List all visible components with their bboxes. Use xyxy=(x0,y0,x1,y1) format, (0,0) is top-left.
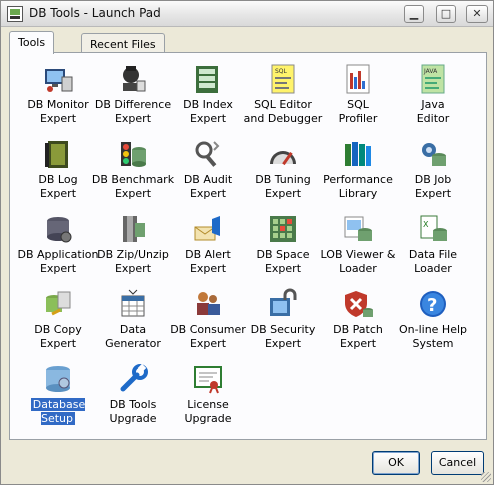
space-icon xyxy=(267,213,299,245)
svg-text:SQL: SQL xyxy=(275,68,288,75)
tool-item[interactable]: DB Difference Expert xyxy=(93,63,173,138)
patch-icon xyxy=(342,288,374,320)
tool-item[interactable]: DB Copy Expert xyxy=(18,288,98,363)
index-icon xyxy=(192,63,224,95)
tool-item[interactable]: DB Patch Expert xyxy=(318,288,398,363)
profiler-icon xyxy=(342,63,374,95)
job-icon xyxy=(417,138,449,170)
tool-item[interactable]: DB Application Expert xyxy=(18,213,98,288)
tool-item[interactable]: DB Benchmark Expert xyxy=(92,138,174,213)
resize-grip[interactable] xyxy=(481,472,491,482)
tool-item[interactable]: X Data File Loader xyxy=(393,213,473,288)
application-icon xyxy=(42,213,74,245)
tuning-icon xyxy=(267,138,299,170)
window-title: DB Tools - Launch Pad xyxy=(29,6,161,20)
consumer-icon xyxy=(192,288,224,320)
title-bar[interactable]: DB Tools - Launch Pad ▁ □ ✕ xyxy=(1,1,493,27)
tool-label: Java Editor xyxy=(416,98,450,125)
monitor-icon xyxy=(42,63,74,95)
benchmark-icon xyxy=(117,138,149,170)
library-icon xyxy=(342,138,374,170)
tool-item[interactable]: ? On-line Help System xyxy=(393,288,473,363)
wrench-icon xyxy=(117,363,149,395)
minimize-button[interactable]: ▁ xyxy=(404,5,424,23)
app-icon xyxy=(7,6,23,22)
tool-item[interactable]: DB Job Expert xyxy=(393,138,473,213)
security-icon xyxy=(267,288,299,320)
tool-label: License Upgrade xyxy=(184,398,232,425)
svg-text:?: ? xyxy=(427,295,437,316)
help-icon: ? xyxy=(417,288,449,320)
svg-text:JAVA: JAVA xyxy=(423,68,438,75)
maximize-button[interactable]: □ xyxy=(436,5,456,23)
difference-icon xyxy=(117,63,149,95)
cancel-button[interactable]: Cancel xyxy=(431,451,484,475)
tab-recent-files[interactable]: Recent Files xyxy=(81,33,165,53)
tool-item[interactable]: DB Space Expert xyxy=(243,213,323,288)
tool-item[interactable]: DB Tools Upgrade xyxy=(93,363,173,438)
tool-item[interactable]: SQL Profiler xyxy=(318,63,398,138)
generator-icon xyxy=(117,288,149,320)
tool-label: Data File Loader xyxy=(408,248,458,275)
tools-panel: DB Monitor Expert DB Difference Expert DB … xyxy=(9,52,487,440)
data-file-icon: X xyxy=(417,213,449,245)
tool-item[interactable]: DB Log Expert xyxy=(18,138,98,213)
zip-icon xyxy=(117,213,149,245)
tool-item[interactable]: DB Audit Expert xyxy=(168,138,248,213)
tool-label: On-line Help System xyxy=(398,323,468,350)
tool-item[interactable]: LOB Viewer & Loader xyxy=(318,213,398,288)
copy-icon xyxy=(42,288,74,320)
lob-viewer-icon xyxy=(342,213,374,245)
tool-item[interactable]: DB Security Expert xyxy=(243,288,323,363)
close-button[interactable]: ✕ xyxy=(466,5,488,23)
audit-icon xyxy=(192,138,224,170)
tool-item[interactable]: DB Alert Expert xyxy=(168,213,248,288)
tool-item[interactable]: DB Consumer Expert xyxy=(168,288,248,363)
tools-grid: DB Monitor Expert DB Difference Expert DB … xyxy=(18,63,478,433)
tool-item[interactable]: SQL SQL Editor and Debugger xyxy=(243,63,323,138)
alert-icon xyxy=(192,213,224,245)
tool-item[interactable]: DB Index Expert xyxy=(168,63,248,138)
certificate-icon xyxy=(192,363,224,395)
java-editor-icon: JAVA xyxy=(417,63,449,95)
tool-item[interactable]: DB Zip/Unzip Expert xyxy=(93,213,173,288)
tool-item[interactable]: Database Setup xyxy=(18,363,98,438)
tool-item[interactable]: Performance Library xyxy=(318,138,398,213)
tool-item[interactable]: DB Tuning Expert xyxy=(243,138,323,213)
log-icon xyxy=(42,138,74,170)
launch-pad-window: DB Tools - Launch Pad ▁ □ ✕ Tools Recent… xyxy=(0,0,494,485)
ok-button[interactable]: OK xyxy=(372,451,420,475)
svg-text:X: X xyxy=(423,220,429,229)
tab-tools[interactable]: Tools xyxy=(9,31,55,54)
tool-item[interactable]: Data Generator xyxy=(93,288,173,363)
tool-item[interactable]: DB Monitor Expert xyxy=(18,63,98,138)
sql-editor-icon: SQL xyxy=(267,63,299,95)
tool-item[interactable]: JAVA Java Editor xyxy=(393,63,473,138)
database-setup-icon xyxy=(42,363,74,395)
tool-label: DB Job Expert xyxy=(414,173,452,200)
tool-item[interactable]: License Upgrade xyxy=(168,363,248,438)
